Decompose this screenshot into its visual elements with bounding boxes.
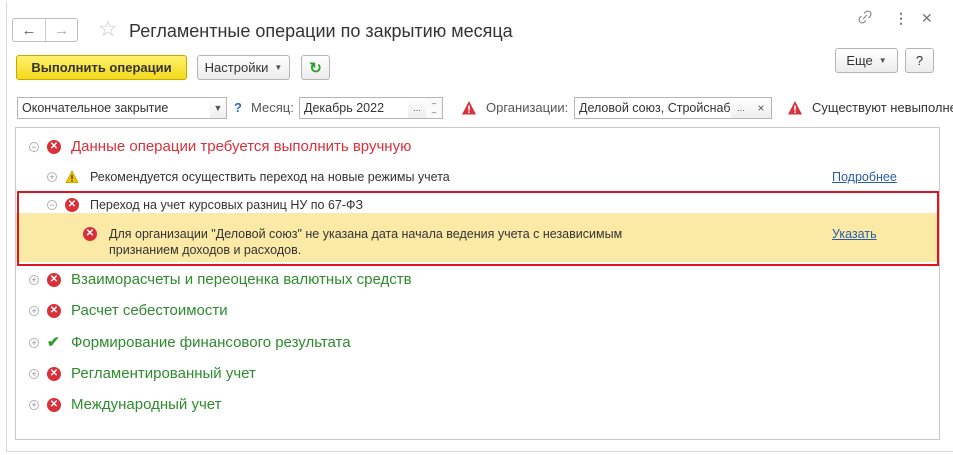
- error-icon: ✕: [47, 367, 61, 381]
- error-icon: ✕: [47, 398, 61, 412]
- refresh-button[interactable]: ↻: [301, 55, 330, 80]
- expand-icon[interactable]: +: [29, 369, 39, 379]
- refresh-icon: ↻: [309, 59, 322, 77]
- tree-group-label[interactable]: Регламентированный учет: [71, 365, 256, 383]
- execute-operations-label: Выполнить операции: [31, 60, 172, 75]
- tree-group-label[interactable]: Международный учет: [71, 396, 222, 414]
- tree-group-label[interactable]: Взаиморасчеты и переоценка валютных сред…: [71, 271, 412, 289]
- warning-icon: [462, 101, 476, 115]
- organizations-select-button[interactable]: ...: [731, 97, 752, 119]
- more-vertical-icon[interactable]: ⋮: [894, 10, 908, 26]
- expand-icon[interactable]: +: [47, 172, 57, 182]
- expand-icon[interactable]: +: [29, 338, 39, 348]
- chevron-up-icon[interactable]: –: [432, 99, 436, 108]
- help-button[interactable]: ?: [905, 48, 934, 73]
- closing-mode-select[interactable]: Окончательное закрытие: [17, 97, 211, 119]
- highlight-frame: [17, 191, 939, 266]
- month-value: Декабрь 2022: [304, 101, 385, 115]
- closing-mode-value: Окончательное закрытие: [22, 101, 169, 115]
- organizations-clear-button[interactable]: ×: [751, 97, 772, 119]
- month-input[interactable]: Декабрь 2022: [299, 97, 409, 119]
- month-label: Месяц:: [251, 100, 294, 115]
- navigation-buttons: ← →: [12, 18, 78, 42]
- expand-icon[interactable]: +: [29, 275, 39, 285]
- close-icon[interactable]: ✕: [921, 10, 933, 26]
- organizations-select-text: ...: [737, 103, 745, 113]
- warning-icon: [788, 101, 802, 115]
- help-mark[interactable]: ?: [234, 97, 242, 119]
- status-text: Существуют невыполне: [812, 100, 953, 115]
- page-title: Регламентные операции по закрытию месяца: [129, 21, 513, 41]
- checkmark-icon: ✔: [47, 334, 60, 351]
- month-spinner[interactable]: – –: [426, 97, 443, 119]
- back-button[interactable]: ←: [13, 19, 45, 41]
- expand-icon[interactable]: +: [29, 306, 39, 316]
- organizations-value: Деловой союз, Стройснаб: [579, 101, 731, 115]
- details-link[interactable]: Подробнее: [832, 169, 897, 185]
- more-label: Еще: [846, 53, 873, 68]
- settings-label: Настройки: [204, 60, 269, 75]
- expand-icon[interactable]: +: [29, 400, 39, 410]
- operations-tree: − ✕ Данные операции требуется выполнить …: [15, 127, 940, 440]
- month-select-button[interactable]: ...: [408, 97, 427, 119]
- arrow-right-icon: →: [54, 21, 69, 39]
- tree-group-label[interactable]: Формирование финансового результата: [71, 334, 351, 352]
- error-icon: ✕: [47, 140, 61, 154]
- execute-operations-button[interactable]: Выполнить операции: [16, 55, 187, 80]
- more-button[interactable]: Еще ▼: [835, 48, 898, 73]
- collapse-icon[interactable]: −: [29, 142, 39, 152]
- chevron-down-icon[interactable]: –: [432, 108, 436, 117]
- chevron-down-icon: ▼: [213, 103, 223, 113]
- link-icon[interactable]: [858, 10, 872, 27]
- tree-item-label[interactable]: Рекомендуется осуществить переход на нов…: [90, 169, 450, 185]
- warning-icon: [65, 170, 79, 184]
- clear-icon: ×: [757, 101, 765, 115]
- chevron-down-icon: ▼: [878, 56, 887, 65]
- organizations-input[interactable]: Деловой союз, Стройснаб: [574, 97, 732, 119]
- chevron-down-icon: ▼: [274, 63, 283, 72]
- month-select-text: ...: [413, 103, 421, 113]
- help-label: ?: [915, 53, 924, 68]
- tree-group-label[interactable]: Данные операции требуется выполнить вруч…: [71, 138, 411, 156]
- error-icon: ✕: [47, 304, 61, 318]
- forward-button[interactable]: →: [45, 19, 77, 41]
- closing-mode-dropdown[interactable]: ▼: [210, 97, 227, 119]
- error-icon: ✕: [47, 273, 61, 287]
- star-icon[interactable]: ☆: [98, 17, 118, 41]
- organizations-label: Организации:: [486, 100, 569, 115]
- arrow-left-icon: ←: [21, 21, 37, 39]
- settings-button[interactable]: Настройки ▼: [197, 55, 290, 80]
- tree-group-label[interactable]: Расчет себестоимости: [71, 302, 228, 320]
